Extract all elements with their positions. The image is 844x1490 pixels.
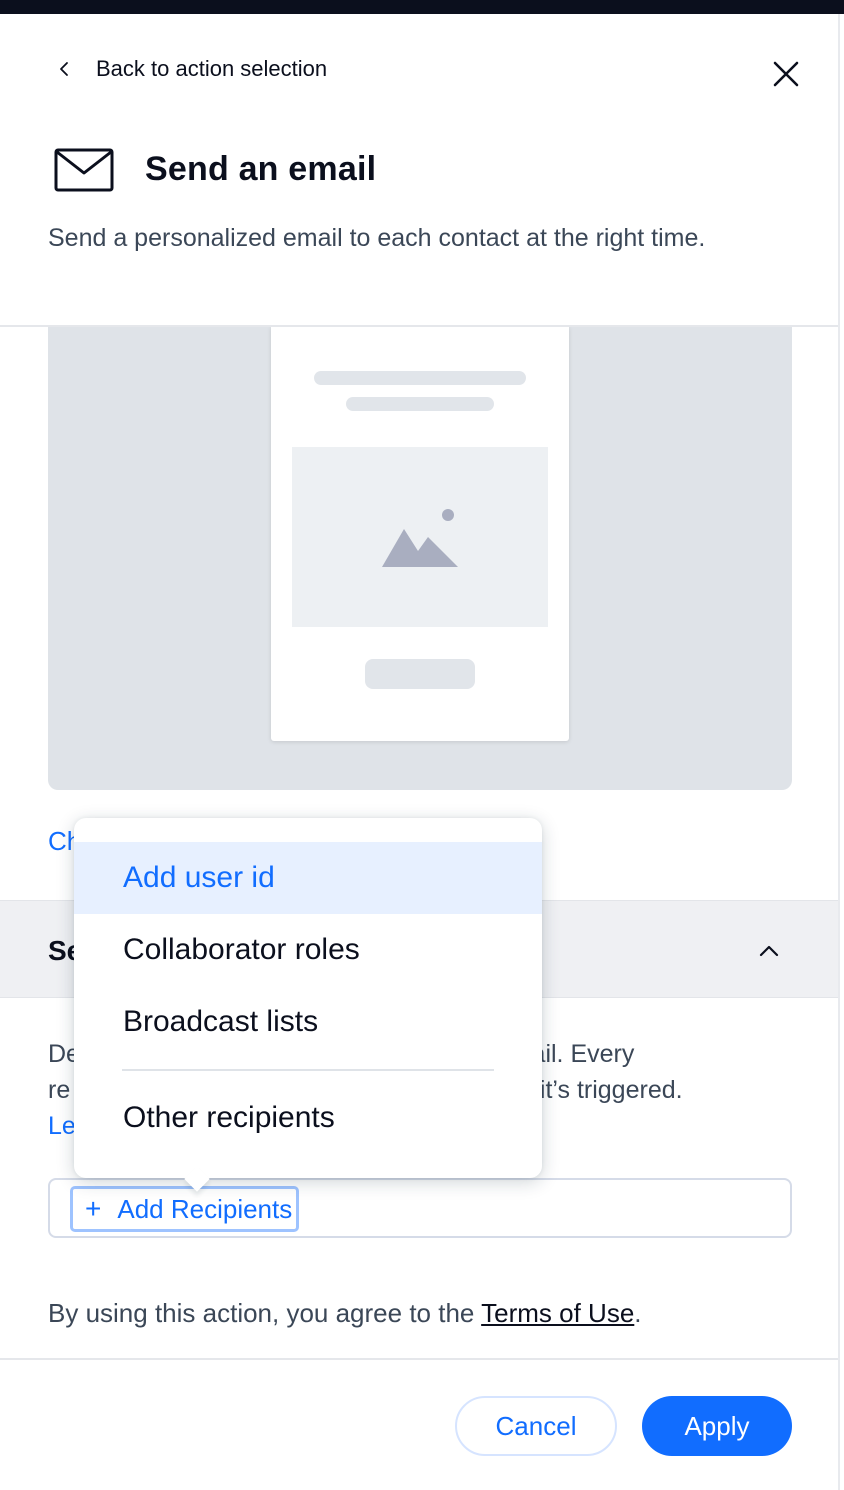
- back-label: Back to action selection: [96, 56, 328, 81]
- learn-more-link[interactable]: Le: [48, 1112, 76, 1140]
- page-title: Send an email: [145, 150, 377, 188]
- page-subtitle: Send a personalized email to each contac…: [48, 224, 706, 252]
- description-fragment: re: [48, 1076, 71, 1104]
- email-template-thumbnail: [271, 327, 569, 741]
- terms-suffix: .: [634, 1298, 642, 1328]
- back-to-action-selection-link[interactable]: Back to action selection: [56, 54, 327, 84]
- add-recipients-button[interactable]: + Add Recipients: [70, 1186, 300, 1232]
- menu-divider: [122, 1069, 494, 1071]
- envelope-icon: [54, 148, 114, 192]
- menu-item-other-recipients[interactable]: Other recipients: [74, 1082, 542, 1154]
- menu-item-broadcast-lists[interactable]: Broadcast lists: [74, 986, 542, 1058]
- menu-item-add-user-id[interactable]: Add user id: [74, 842, 542, 914]
- terms-prefix: By using this action, you agree to the: [48, 1298, 482, 1328]
- placeholder-line: [314, 371, 526, 385]
- top-bar: [0, 0, 844, 14]
- terms-notice: By using this action, you agree to the T…: [48, 1298, 642, 1329]
- close-icon[interactable]: [770, 58, 802, 90]
- chevron-left-icon: [60, 62, 68, 76]
- button-placeholder: [365, 659, 475, 689]
- plus-icon: +: [85, 1193, 102, 1224]
- chevron-up-icon[interactable]: [757, 939, 781, 963]
- image-icon: [382, 509, 458, 567]
- add-recipients-dropdown: Add user id Collaborator roles Broadcast…: [74, 818, 542, 1192]
- panel-border: [838, 14, 840, 1490]
- cancel-button[interactable]: Cancel: [455, 1396, 617, 1456]
- footer-divider: [0, 1358, 838, 1360]
- image-placeholder: [292, 447, 548, 627]
- add-recipients-label: Add Recipients: [117, 1193, 293, 1224]
- placeholder-line: [346, 397, 494, 411]
- email-preview: [48, 327, 792, 790]
- apply-button[interactable]: Apply: [642, 1396, 792, 1456]
- menu-item-collaborator-roles[interactable]: Collaborator roles: [74, 914, 542, 986]
- recipients-field[interactable]: + Add Recipients: [48, 1178, 792, 1238]
- terms-of-use-link[interactable]: Terms of Use: [481, 1298, 634, 1328]
